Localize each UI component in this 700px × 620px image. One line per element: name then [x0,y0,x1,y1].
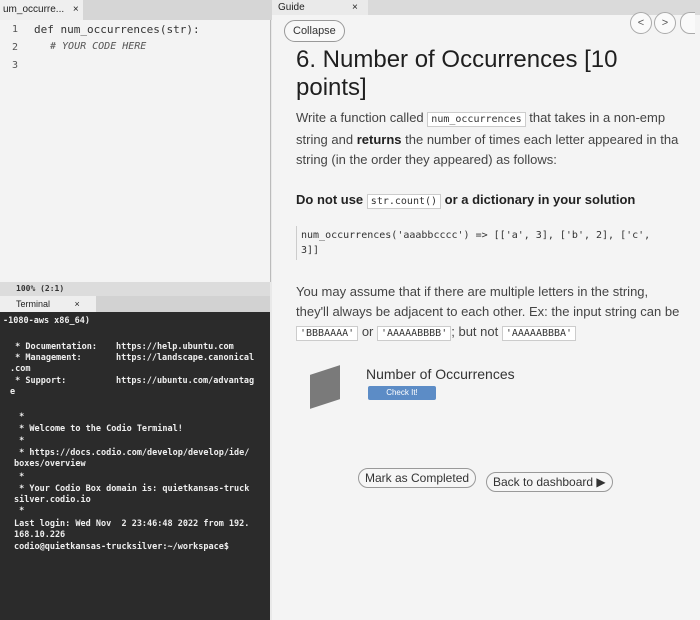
terminal-output[interactable]: -1080-aws x86_64) * Documentation: https… [0,312,270,620]
warning-paragraph: Do not use str.count() or a dictionary i… [296,190,700,212]
close-icon[interactable]: × [352,0,358,15]
chevron-left-icon[interactable]: < [630,12,652,34]
warning-text: or a dictionary in your solution [444,192,636,207]
str-count-code: str.count() [366,194,442,209]
terminal-line: * [14,436,25,446]
terminal-line: boxes/overview [14,459,86,469]
terminal-line: * Documentation: [10,342,97,352]
intro-text: Write a function called [296,110,424,125]
guide-tab-strip [368,0,700,15]
guide-tab[interactable]: Guide × [272,0,368,15]
example-code-block: num_occurrences('aaabbcccc') => [['a', 3… [296,226,677,260]
intro-text: the number of times each letter appeared… [405,132,679,147]
terminal-line: -1080-aws x86_64) [3,316,90,326]
terminal-link: https://help.ubuntu.com [116,342,234,352]
chevron-right-icon[interactable]: > [654,12,676,34]
close-icon[interactable]: × [75,299,80,309]
code-test-icon [310,365,340,409]
editor-status-bar: 100% (2:1) [0,282,270,296]
terminal-tab-label: Terminal [16,299,51,309]
intro-emphasis: returns [356,132,402,147]
terminal-line: 168.10.226 [14,530,66,540]
terminal-tab-bar: Terminal × [0,296,270,312]
example-string: 'BBBAAAA' [296,326,359,341]
terminal-tab[interactable]: Terminal × [0,296,96,312]
terminal-line: * Management: [10,353,82,363]
terminal-line: e [10,387,16,397]
terminal-line: * [14,506,25,516]
warning-text: Do not use [296,192,364,207]
assumption-paragraph: You may assume that if there are multipl… [296,282,700,344]
intro-text: string and [296,132,354,147]
terminal-link: https://ubuntu.com/advantag [116,376,255,386]
example-string: 'AAAAABBBA' [501,326,577,341]
quiz-title: Number of Occurrences [366,366,515,382]
terminal-line: silver.codio.io [14,495,91,505]
function-name-code: num_occurrences [427,112,526,127]
example-code-line: 3]] [301,245,320,256]
terminal-line: * https://docs.codio.com/develop/develop… [14,448,250,458]
editor-file-tab-label: um_occurre... [3,4,65,15]
intro-text: string (in the order they appeared) as f… [296,152,557,167]
terminal-line: Last login: Wed Nov 2 23:46:48 2022 from… [14,519,250,529]
mark-completed-button[interactable]: Mark as Completed [358,468,477,488]
terminal-link: https://landscape.canonical [116,353,255,363]
code-line[interactable]: def num_occurrences(str): [34,23,200,36]
assumption-text: You may assume that if there are multipl… [296,284,649,299]
line-number-gutter: 1 2 3 [0,20,26,282]
terminal-line: * Your Codio Box domain is: quietkansas-… [14,484,250,494]
editor-file-tab[interactable]: um_occurre... × [0,0,83,20]
example-string: 'AAAAABBBB' [377,326,452,341]
code-editor[interactable]: 1 2 3 def num_occurrences(str): # YOUR C… [0,20,271,282]
ide-left-pane: um_occurre... × 1 2 3 def num_occurrence… [0,0,272,620]
settings-icon[interactable] [680,12,695,34]
terminal-line: * Support: [10,376,67,386]
intro-text: that takes in a non-emp [529,110,666,125]
collapse-button[interactable]: Collapse [284,20,345,42]
terminal-line: * [14,472,25,482]
terminal-prompt: codio@quietkansas-trucksilver:~/workspac… [14,542,229,552]
terminal-line: * Welcome to the Codio Terminal! [14,424,183,434]
back-to-dashboard-button[interactable]: Back to dashboard ▶ [486,472,613,492]
line-number: 2 [12,42,19,53]
editor-tab-bar: um_occurre... × [0,0,272,20]
assumption-text: they'll always be adjacent to each other… [296,304,680,319]
line-number: 3 [12,60,19,71]
line-number: 1 [12,24,19,35]
code-line[interactable]: # YOUR CODE HERE [50,41,146,52]
example-code-line: num_occurrences('aaabbcccc') => [['a', 3… [301,230,651,241]
assumption-text: ; but not [451,324,499,339]
page-title: 6. Number of Occurrences [10 points] [296,46,618,101]
close-icon[interactable]: × [73,4,79,15]
guide-pane: Guide × Collapse < > 6. Number of Occurr… [272,0,700,620]
assumption-text: or [361,324,374,339]
intro-paragraph: Write a function called num_occurrences … [296,108,700,170]
terminal-line: .com [10,364,31,374]
check-it-button[interactable]: Check It! [368,386,436,400]
terminal-line: * [14,412,25,422]
guide-tab-label: Guide [278,2,305,13]
